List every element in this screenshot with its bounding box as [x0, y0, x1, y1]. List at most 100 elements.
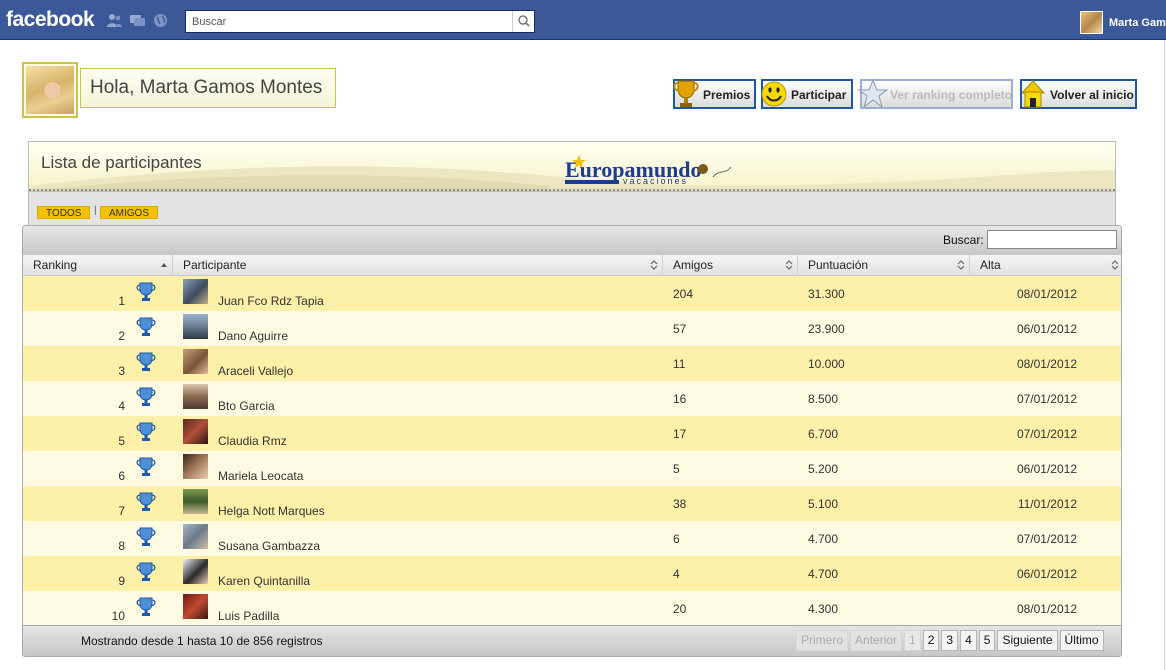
participant-photo[interactable]: [183, 419, 208, 444]
facebook-search-input[interactable]: [186, 11, 512, 32]
facebook-search: [185, 10, 535, 33]
pager-next[interactable]: Siguiente: [997, 630, 1058, 651]
filter-bar: TODOS | AMIGOS: [28, 192, 1116, 225]
table-row[interactable]: 8 Susana Gambazza 6 4.700 07/01/2012: [23, 521, 1121, 556]
greeting-text: Hola, Marta Gamos Montes: [90, 77, 323, 98]
facebook-logo[interactable]: facebook: [6, 8, 95, 32]
table-row[interactable]: 1 Juan Fco Rdz Tapia 204 31.300 08/01/20…: [23, 276, 1121, 311]
rank-cell: 9: [118, 574, 125, 588]
table-row[interactable]: 4 Bto Garcia 16 8.500 07/01/2012: [23, 381, 1121, 416]
facebook-search-button[interactable]: [512, 11, 534, 32]
participants-banner: Lista de participantes Europamundo vacac…: [28, 141, 1116, 192]
participant-photo[interactable]: [183, 594, 208, 619]
column-alta[interactable]: Alta: [970, 255, 1121, 276]
facebook-notification-icons: [106, 13, 169, 28]
participants-table: Buscar: Ranking Participante Amigos Punt…: [22, 225, 1122, 657]
table-row[interactable]: 6 Mariela Leocata 5 5.200 06/01/2012: [23, 451, 1121, 486]
participar-button-label: Participar: [791, 88, 847, 102]
table-row[interactable]: 10 Luis Padilla 20 4.300 08/01/2012: [23, 591, 1121, 626]
puntuacion-cell: 4.700: [808, 567, 839, 581]
sort-icon: [785, 260, 793, 270]
facebook-user-name: Marta Gam: [1109, 16, 1166, 29]
rank-cell: 2: [118, 329, 125, 343]
column-amigos[interactable]: Amigos: [663, 255, 798, 276]
amigos-cell: 5: [673, 462, 680, 476]
premios-button[interactable]: Premios: [673, 79, 756, 109]
table-search-input[interactable]: [987, 230, 1117, 249]
pager-first[interactable]: Primero: [796, 630, 849, 651]
amigos-cell: 16: [673, 392, 687, 406]
alta-cell: 11/01/2012: [1017, 497, 1077, 511]
trophy-icon: [136, 457, 156, 476]
table-row[interactable]: 3 Araceli Vallejo 11 10.000 08/01/2012: [23, 346, 1121, 381]
amigos-cell: 6: [673, 532, 680, 546]
alta-cell: 07/01/2012: [1016, 392, 1077, 406]
table-row[interactable]: 5 Claudia Rmz 17 6.700 07/01/2012: [23, 416, 1121, 451]
sort-icon: [650, 260, 658, 270]
table-row[interactable]: 2 Dano Aguirre 57 23.900 06/01/2012: [23, 311, 1121, 346]
participant-name[interactable]: Luis Padilla: [218, 609, 279, 623]
column-puntuacion[interactable]: Puntuación: [798, 255, 970, 276]
participant-photo[interactable]: [183, 314, 208, 339]
filter-todos-tab[interactable]: TODOS: [37, 206, 91, 219]
trophy-icon: [136, 527, 156, 546]
alta-cell: 08/01/2012: [1016, 287, 1077, 301]
participant-photo[interactable]: [183, 489, 208, 514]
pager-page-1[interactable]: 1: [904, 630, 921, 651]
participant-photo[interactable]: [183, 524, 208, 549]
ver-ranking-completo-button[interactable]: Ver ranking completo: [858, 78, 1013, 109]
alta-cell: 06/01/2012: [1016, 462, 1077, 476]
amigos-cell: 11: [673, 357, 686, 371]
pager-page-3[interactable]: 3: [941, 630, 959, 651]
pager-page-4[interactable]: 4: [960, 630, 977, 651]
globe-icon[interactable]: [152, 13, 169, 28]
trophy-icon: [136, 317, 156, 336]
column-amigos-label: Amigos: [673, 258, 714, 272]
trophy-icon: [136, 422, 156, 441]
table-row[interactable]: 7 Helga Nott Marques 38 5.100 11/01/2012: [23, 486, 1121, 521]
puntuacion-cell: 4.700: [808, 532, 839, 546]
pager-previous[interactable]: Anterior: [850, 630, 903, 651]
filter-amigos-tab[interactable]: AMIGOS: [100, 206, 159, 219]
trophy-icon: [136, 492, 156, 511]
profile-avatar: [22, 62, 78, 118]
puntuacion-cell: 10.000: [808, 357, 845, 371]
frame-divider: [1164, 40, 1165, 670]
participant-name[interactable]: Juan Fco Rdz Tapia: [218, 294, 324, 308]
pager-last[interactable]: Último: [1059, 630, 1104, 651]
volver-al-inicio-button[interactable]: Volver al inicio: [1020, 79, 1137, 109]
facebook-user-profile[interactable]: Marta Gam: [1080, 11, 1166, 34]
records-info: Mostrando desde 1 hasta 10 de 856 regist…: [81, 634, 323, 648]
participant-photo[interactable]: [183, 279, 208, 304]
friends-icon[interactable]: [106, 13, 123, 28]
rank-cell: 3: [118, 364, 125, 378]
participant-name[interactable]: Araceli Vallejo: [218, 364, 293, 378]
column-participante[interactable]: Participante: [173, 255, 663, 276]
participant-photo[interactable]: [183, 559, 208, 584]
puntuacion-cell: 8.500: [808, 392, 839, 406]
pager-page-5[interactable]: 5: [978, 630, 996, 651]
column-alta-label: Alta: [980, 258, 1001, 272]
sort-icon: [1111, 260, 1119, 270]
amigos-cell: 57: [673, 322, 687, 336]
participant-photo[interactable]: [183, 454, 208, 479]
participant-name[interactable]: Karen Quintanilla: [218, 574, 310, 588]
participant-photo[interactable]: [183, 349, 208, 374]
amigos-cell: 4: [673, 567, 680, 581]
participant-name[interactable]: Bto Garcia: [218, 399, 275, 413]
participant-name[interactable]: Susana Gambazza: [218, 539, 320, 553]
participant-name[interactable]: Dano Aguirre: [218, 329, 288, 343]
column-participante-label: Participante: [183, 258, 247, 272]
facebook-top-bar: facebook Marta Gam: [0, 0, 1166, 40]
participar-button[interactable]: Participar: [761, 79, 853, 109]
participant-name[interactable]: Claudia Rmz: [218, 434, 287, 448]
messages-icon[interactable]: [129, 13, 146, 28]
participant-name[interactable]: Helga Nott Marques: [218, 504, 325, 518]
pager-page-2[interactable]: 2: [922, 630, 940, 651]
participant-name[interactable]: Mariela Leocata: [218, 469, 303, 483]
participant-photo[interactable]: [183, 384, 208, 409]
rank-cell: 6: [118, 469, 125, 483]
table-search-label: Buscar:: [943, 233, 984, 247]
column-ranking[interactable]: Ranking: [23, 255, 173, 276]
table-row[interactable]: 9 Karen Quintanilla 4 4.700 06/01/2012: [23, 556, 1121, 591]
